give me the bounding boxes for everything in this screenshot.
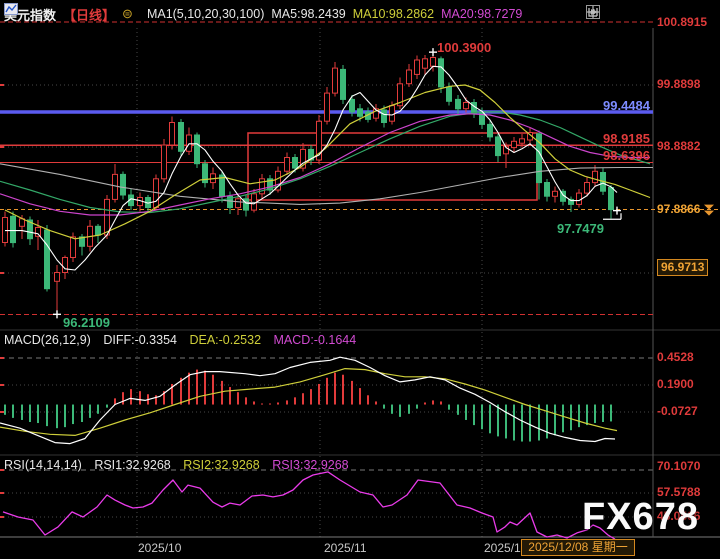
axis-scale-icon[interactable] <box>603 5 617 19</box>
ma10-value: MA10:98.2862 <box>353 7 434 21</box>
title-bar: 美元指数 【日线】 ⊜ MA1(5,10,20,30,100) MA5:98.2… <box>4 3 522 25</box>
date-axis-label[interactable]: 2025/10 <box>138 541 181 555</box>
rsi1-value: RSI1:32.9268 <box>94 458 170 472</box>
macd-header[interactable]: MACD(26,12,9) DIFF:-0.3354 DEA:-0.2532 M… <box>4 333 356 347</box>
macd-diff-value: DIFF:-0.3354 <box>103 333 177 347</box>
rsi3-value: RSI3:32.9268 <box>272 458 348 472</box>
period-label[interactable]: 【日线】 <box>63 5 115 24</box>
date-axis-label[interactable]: 2025/1 <box>484 541 521 555</box>
chart-app: 美元指数 【日线】 ⊜ MA1(5,10,20,30,100) MA5:98.2… <box>0 0 720 559</box>
recent-low-label: 97.7479 <box>557 221 604 236</box>
chart-canvas[interactable] <box>0 0 720 559</box>
rsi2-value: RSI2:32.9268 <box>183 458 259 472</box>
rsi-header[interactable]: RSI(14,14,14) RSI1:32.9268 RSI2:32.9268 … <box>4 458 349 472</box>
resistance1-label[interactable]: 98.9185 <box>603 131 650 146</box>
price-axis-label: 99.8898 <box>657 77 700 91</box>
blue-line-label[interactable]: 99.4484 <box>603 98 650 113</box>
high-price-label: 100.3900 <box>437 40 491 55</box>
price-axis-label: 98.8882 <box>657 139 700 153</box>
jump-latest-icon[interactable] <box>637 5 651 19</box>
rsi-name: RSI(14,14,14) <box>4 458 82 472</box>
price-axis-label: 100.8915 <box>657 15 707 29</box>
price-axis-label: 96.9713 <box>657 259 708 276</box>
date-axis-label[interactable]: 2025/11 <box>324 541 367 555</box>
price-axis-label: 0.1900 <box>657 377 694 391</box>
date-axis[interactable]: 2025/12/08 星期一 2025/10 2025/11 2025/1 <box>0 538 720 559</box>
price-axis-label: -0.0727 <box>657 404 698 418</box>
ma5-value: MA5:98.2439 <box>271 7 345 21</box>
price-axis-label: 70.1070 <box>657 459 700 473</box>
price-axis-label: 0.4528 <box>657 350 694 364</box>
price-marker-icon <box>704 205 714 210</box>
ma-settings-label[interactable]: MA1(5,10,20,30,100) <box>147 7 264 21</box>
coin-icon[interactable]: ⊜ <box>122 6 133 22</box>
macd-name: MACD(26,12,9) <box>4 333 91 347</box>
resistance2-label[interactable]: 98.6396 <box>603 148 650 163</box>
low-price-label: 96.2109 <box>63 315 110 330</box>
selected-date-badge: 2025/12/08 星期一 <box>521 539 635 556</box>
ma20-value: MA20:98.7279 <box>441 7 522 21</box>
price-axis-label: 97.8866 <box>657 202 700 216</box>
chart-toolbar <box>586 5 651 19</box>
macd-macd-value: MACD:-0.1644 <box>274 333 357 347</box>
macd-dea-value: DEA:-0.2532 <box>189 333 261 347</box>
fx678-watermark: FX678 <box>582 496 699 539</box>
axis-play-icon[interactable] <box>620 5 634 19</box>
